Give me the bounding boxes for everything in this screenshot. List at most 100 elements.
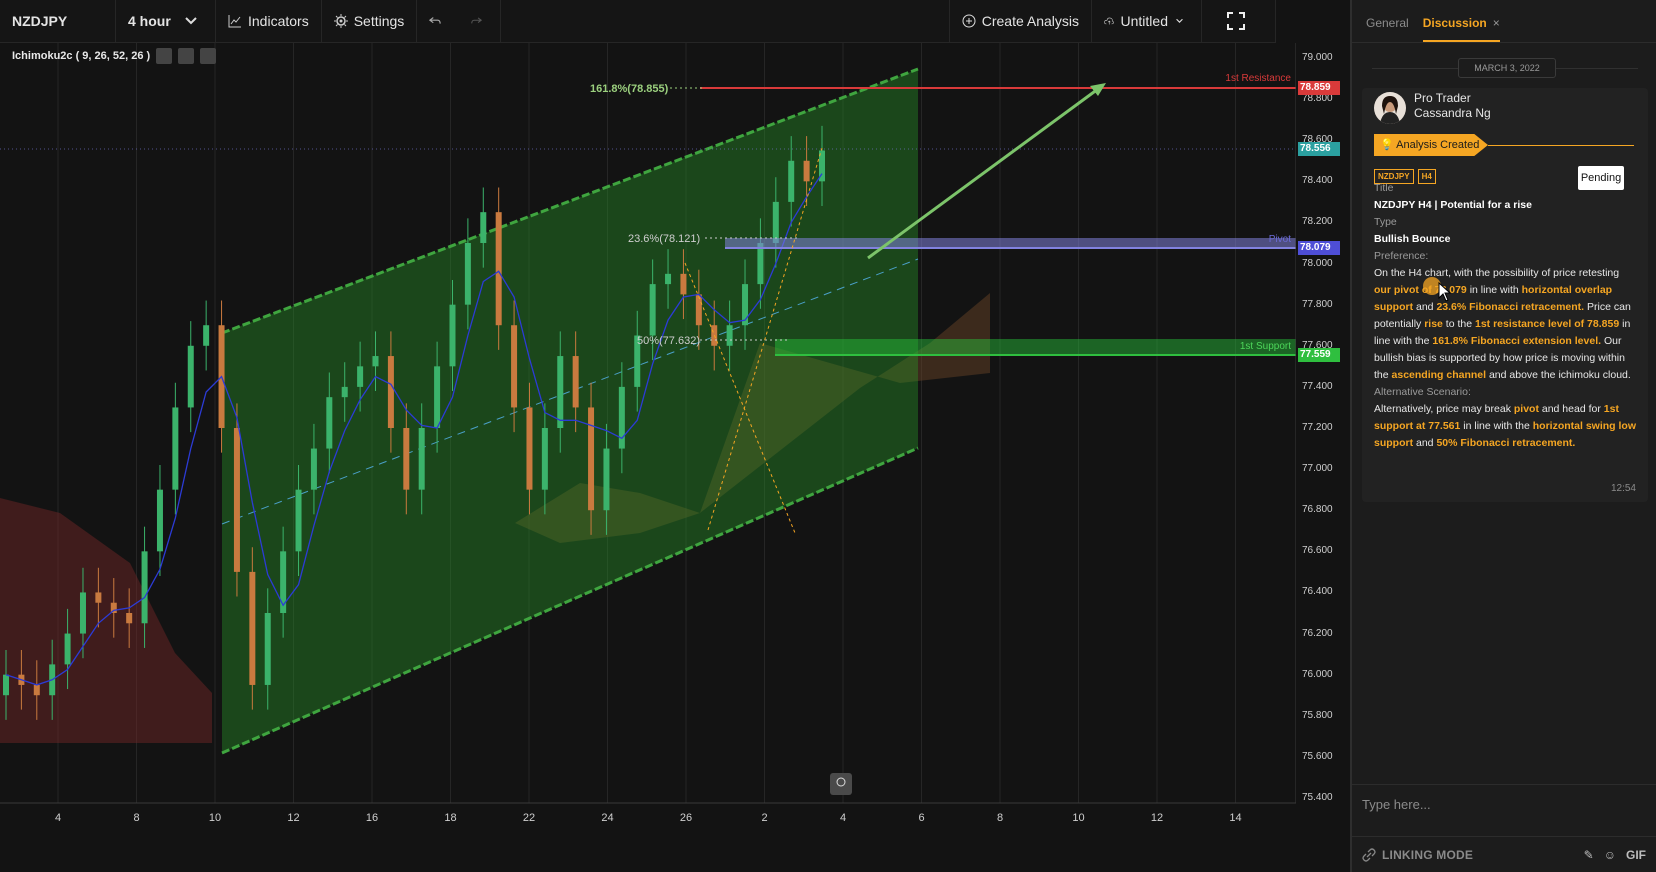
support-zone	[775, 339, 1296, 355]
candle-body	[172, 407, 179, 490]
ribbon-label: Analysis Created	[1396, 139, 1480, 151]
candle-body	[511, 325, 518, 408]
fib-50-label: 50%(77.632)	[637, 335, 700, 347]
panel-footer: LINKING MODE ✎ ☺ GIF	[1352, 836, 1656, 872]
tab-general[interactable]: General	[1366, 16, 1409, 42]
close-tab-icon[interactable]: ×	[1493, 16, 1500, 30]
create-analysis-button[interactable]: Create Analysis	[948, 0, 1092, 42]
candle-body	[526, 407, 533, 490]
candle-body	[726, 325, 733, 346]
author-role: Pro Trader	[1414, 91, 1471, 105]
time-tick-label: 8	[997, 812, 1003, 824]
avatar[interactable]	[1374, 92, 1406, 124]
candle-body	[187, 345, 194, 408]
candle-body	[665, 273, 672, 285]
candle-body	[588, 407, 595, 511]
candle-body	[695, 294, 702, 326]
pivot-price-tag: 78.079	[1298, 241, 1340, 255]
price-tick-label: 78.000	[1302, 257, 1333, 269]
message-input[interactable]: Type here...	[1352, 784, 1656, 824]
indicators-button[interactable]: Indicators	[216, 0, 322, 42]
price-tick-label: 76.200	[1302, 627, 1333, 639]
pivot-label: Pivot	[1269, 234, 1291, 245]
candle-body	[3, 674, 9, 696]
time-tick-label: 26	[680, 812, 692, 824]
interval-selector[interactable]: 4 hour	[116, 0, 216, 42]
candle-body	[757, 243, 764, 285]
candle-body	[603, 448, 610, 511]
candle-body	[264, 613, 271, 685]
candle-body	[310, 448, 317, 490]
analysis-content: Title NZDJPY H4 | Potential for a rise T…	[1374, 180, 1636, 452]
indicator-label: Ichimoku2c ( 9, 26, 52, 26 )	[12, 50, 151, 62]
redo-button[interactable]	[459, 0, 502, 42]
price-chart[interactable]: 161.8%(78.855) 23.6%(78.121) 50%(77.632)…	[0, 43, 1296, 872]
candle-body	[403, 428, 410, 490]
time-axis: 4 8 10 12 16 18 22 24 26 2 4 6 8 10 12 14	[55, 812, 1242, 824]
time-tick-label: 12	[1151, 812, 1163, 824]
title-label: Title	[1374, 182, 1394, 194]
settings-button[interactable]: Settings	[322, 0, 418, 42]
fullscreen-icon	[1226, 12, 1245, 30]
settings-label: Settings	[353, 13, 405, 29]
redo-icon	[471, 17, 483, 24]
gif-button[interactable]: GIF	[1626, 848, 1646, 862]
gear-icon	[333, 14, 348, 28]
time-tick-label: 4	[840, 812, 846, 824]
price-tick-label: 76.400	[1302, 586, 1333, 598]
price-tick-label: 77.800	[1302, 298, 1333, 310]
candle-body	[33, 684, 40, 696]
candle-body	[341, 386, 348, 398]
chevron-down-icon	[1176, 18, 1183, 23]
type-label: Type	[1374, 216, 1397, 228]
author-block[interactable]: Pro Trader Cassandra Ng	[1414, 91, 1491, 121]
candle-body	[464, 243, 471, 305]
title-value: NZDJPY H4 | Potential for a rise	[1374, 199, 1532, 211]
linking-mode-label[interactable]: LINKING MODE	[1382, 848, 1574, 862]
panel-tabs: General Discussion ×	[1352, 0, 1656, 43]
candle-body	[249, 571, 256, 685]
emoji-icon[interactable]: ☺	[1604, 848, 1616, 862]
tab-discussion[interactable]: Discussion ×	[1422, 16, 1500, 42]
candle-body	[557, 356, 564, 428]
time-tick-label: 10	[209, 812, 221, 824]
time-tick-label: 18	[444, 812, 456, 824]
resistance-label: 1st Resistance	[1225, 73, 1291, 84]
preference-text: On the H4 chart, with the possibility of…	[1374, 267, 1631, 381]
indicators-label: Indicators	[248, 13, 309, 29]
untitled-label: Untitled	[1120, 13, 1168, 29]
indicator-settings-icon[interactable]	[178, 48, 195, 64]
fullscreen-button[interactable]	[1202, 0, 1276, 42]
preference-label: Preference:	[1374, 250, 1429, 262]
attachment-icon[interactable]: ✎	[1584, 848, 1594, 862]
candle-body	[480, 212, 487, 243]
candle-body	[572, 356, 579, 408]
undo-button[interactable]	[417, 0, 459, 42]
idea-button	[830, 773, 852, 795]
time-tick-label: 8	[133, 812, 139, 824]
candle-body	[418, 428, 425, 490]
candle-body	[141, 551, 148, 624]
tab-discussion-label: Discussion	[1422, 16, 1487, 30]
discussion-panel: General Discussion × MARCH 3, 2022 Pro Tr…	[1350, 0, 1656, 872]
candle-body	[126, 613, 133, 624]
trash-icon[interactable]	[200, 48, 217, 64]
price-tick-label: 75.600	[1302, 750, 1333, 762]
undo-icon	[429, 17, 441, 24]
candle-body	[618, 386, 625, 449]
bearish-cloud	[0, 498, 212, 743]
candle-body	[772, 201, 779, 243]
candle-body	[326, 397, 333, 449]
author-name: Cassandra Ng	[1414, 106, 1491, 120]
create-analysis-label: Create Analysis	[981, 13, 1079, 29]
time-tick-label: 12	[287, 812, 299, 824]
untitled-layout-button[interactable]: Untitled	[1092, 0, 1202, 42]
candle-body	[233, 428, 240, 572]
link-icon[interactable]	[1362, 847, 1376, 862]
time-tick-label: 14	[1229, 812, 1241, 824]
chevron-down-icon	[185, 17, 197, 25]
current-price-tag: 78.556	[1298, 142, 1340, 156]
eye-icon[interactable]	[156, 48, 173, 64]
symbol-selector[interactable]: NZDJPY	[0, 0, 116, 42]
